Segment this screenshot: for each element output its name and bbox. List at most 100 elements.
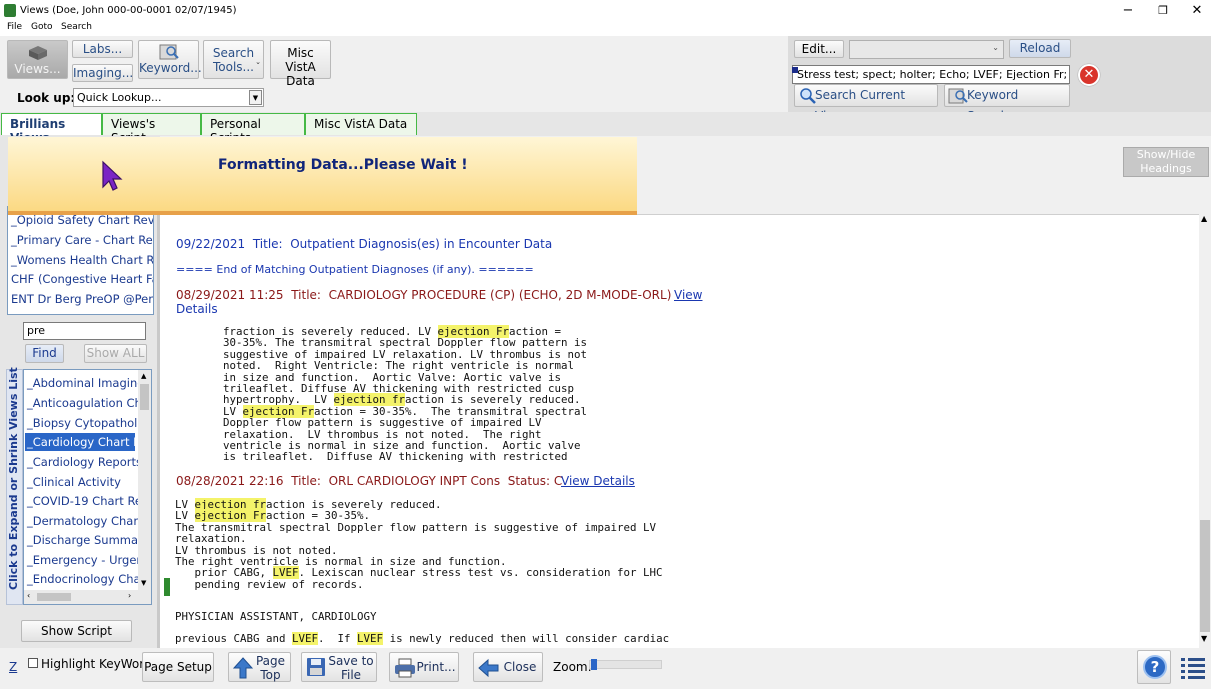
zoom-slider[interactable] bbox=[589, 659, 662, 670]
save-to-file-button[interactable]: Save to File bbox=[301, 652, 377, 682]
close-window-button[interactable]: ✕ bbox=[1182, 2, 1211, 20]
find-button[interactable]: Find bbox=[25, 344, 64, 363]
views-list[interactable]: _Abdominal Imaging ( _Anticoagulation Ch… bbox=[23, 369, 152, 605]
views-list-hscrollbar[interactable]: ‹ › bbox=[24, 590, 151, 604]
search-tools-button[interactable]: Search Tools... ⌄ bbox=[203, 40, 264, 79]
close-button[interactable]: Close bbox=[473, 652, 543, 682]
list-item[interactable]: _Cardiology Reports bbox=[27, 453, 142, 471]
document-scrollbar[interactable]: ▲ ▼ bbox=[1199, 214, 1211, 648]
show-hide-headings-button[interactable]: Show/Hide Headings bbox=[1123, 147, 1209, 177]
entry3-title: ORL CARDIOLOGY INPT Cons bbox=[328, 474, 501, 488]
entry1-date: 09/22/2021 bbox=[176, 237, 246, 251]
show-all-button[interactable]: Show ALL bbox=[84, 344, 147, 363]
tab-personal-scripts[interactable]: Personal Scripts bbox=[201, 113, 305, 145]
lookup-label: Look up: bbox=[17, 91, 76, 105]
pa-line: PHYSICIAN ASSISTANT, CARDIOLOGY bbox=[175, 610, 377, 623]
misc-vista-data-button[interactable]: Misc VistA Data bbox=[270, 40, 331, 88]
highlight-keywords-checkbox[interactable] bbox=[28, 658, 38, 668]
scroll-down-icon[interactable]: ▼ bbox=[141, 579, 146, 587]
entry3-heading[interactable]: 08/28/2021 22:16 Title: ORL CARDIOLOGY I… bbox=[176, 474, 562, 488]
list-item[interactable]: _Dermatology Chart R bbox=[27, 512, 151, 530]
entry3-status: Status: C bbox=[507, 474, 563, 488]
page-top-button[interactable]: Page Top bbox=[228, 652, 291, 682]
highlight-keywords-label[interactable]: Highlight KeyWords bbox=[41, 657, 158, 671]
page-top-label-2: Top bbox=[260, 668, 281, 682]
labs-button[interactable]: Labs... bbox=[72, 40, 133, 58]
expand-shrink-views-bar[interactable]: Click to Expand or Shrink Views List bbox=[6, 367, 23, 605]
lookup-select[interactable]: Quick Lookup... ▼ bbox=[73, 88, 264, 107]
entry2-view-link[interactable]: View bbox=[674, 288, 702, 302]
list-menu-icon[interactable] bbox=[1180, 656, 1206, 680]
minimize-button[interactable]: − bbox=[1113, 2, 1143, 20]
restore-button[interactable]: ❐ bbox=[1148, 2, 1178, 20]
views-filter-input[interactable]: pre bbox=[23, 322, 146, 340]
menu-search[interactable]: Search bbox=[61, 22, 92, 32]
entry3-body: LV ejection fraction is severely reduced… bbox=[175, 498, 663, 591]
search-current-view-button[interactable]: Search Current View bbox=[794, 84, 938, 123]
zoom-slider-thumb[interactable] bbox=[591, 659, 597, 670]
entry3-view-details-link[interactable]: View Details bbox=[561, 474, 635, 488]
entry2-body: fraction is severely reduced. LV ejectio… bbox=[223, 325, 588, 464]
filter-dropdown[interactable]: ⌄ bbox=[849, 40, 1004, 59]
help-button[interactable]: ? bbox=[1137, 650, 1171, 684]
keyword-button[interactable]: Keyword... bbox=[138, 40, 202, 79]
menu-goto[interactable]: Goto bbox=[31, 22, 53, 32]
list-item[interactable]: _Biopsy Cytopathology bbox=[27, 414, 151, 432]
entry1-title-label: Title: bbox=[252, 237, 283, 251]
entry1-title: Outpatient Diagnosis(es) in Encounter Da… bbox=[290, 237, 553, 251]
scroll-thumb[interactable] bbox=[1200, 520, 1210, 632]
expand-shrink-label: Click to Expand or Shrink Views List bbox=[7, 367, 20, 590]
scroll-down-icon[interactable]: ▼ bbox=[1201, 634, 1207, 643]
list-item[interactable]: _Discharge Summaries bbox=[27, 531, 151, 549]
imaging-button[interactable]: Imaging... bbox=[72, 64, 133, 82]
views-icon bbox=[28, 46, 47, 60]
scroll-thumb[interactable] bbox=[140, 384, 149, 410]
menu-file[interactable]: File bbox=[7, 22, 22, 32]
cancel-search-icon[interactable]: ✕ bbox=[1078, 64, 1100, 86]
list-item[interactable]: ENT Dr Berg PreOP @Person bbox=[11, 290, 153, 308]
list-item[interactable]: _Clinical Activity bbox=[27, 473, 121, 491]
show-script-button[interactable]: Show Script bbox=[21, 620, 132, 642]
magnifier-icon bbox=[800, 88, 816, 104]
zoom-label: Zoom: bbox=[553, 660, 592, 674]
scroll-right-icon[interactable]: › bbox=[128, 591, 131, 600]
page-setup-button[interactable]: Page Setup bbox=[142, 652, 214, 682]
reload-button[interactable]: Reload bbox=[1009, 39, 1071, 58]
print-button[interactable]: Print... bbox=[389, 652, 459, 682]
entry2-heading[interactable]: 08/29/2021 11:25 Title: CARDIOLOGY PROCE… bbox=[176, 288, 671, 302]
recent-views-list[interactable]: _Opioid Safety Chart Review _Primary Car… bbox=[7, 206, 154, 315]
window-title: Views (Doe, John 000-00-0001 02/07/1945) bbox=[20, 5, 237, 16]
list-item[interactable]: _Primary Care - Chart Review bbox=[11, 231, 153, 249]
list-item[interactable]: _Emergency - Urgent bbox=[27, 551, 148, 569]
scroll-up-icon[interactable]: ▲ bbox=[1201, 214, 1207, 223]
tab-misc-vista-data[interactable]: Misc VistA Data bbox=[305, 113, 417, 135]
scroll-thumb[interactable] bbox=[37, 593, 71, 601]
chevron-down-icon: ⌄ bbox=[992, 43, 999, 52]
dropdown-arrow-icon[interactable]: ▼ bbox=[249, 90, 262, 105]
tab-brillians-views[interactable]: Brillians Views bbox=[1, 113, 102, 145]
search-terms-input[interactable]: Stress test; spect; holter; Echo; LVEF; … bbox=[792, 65, 1070, 84]
views-list-scrollbar[interactable]: ▲ ▼ bbox=[138, 370, 151, 590]
entry3-body-continued: previous CABG and LVEF. If LVEF is newly… bbox=[175, 632, 670, 645]
list-item[interactable]: _Womens Health Chart Review bbox=[11, 251, 153, 269]
chevron-down-icon: ⌄ bbox=[255, 58, 261, 66]
entry1-heading[interactable]: 09/22/2021 Title: Outpatient Diagnosis(e… bbox=[176, 237, 552, 251]
scroll-up-icon[interactable]: ▲ bbox=[141, 372, 146, 380]
lookup-value: Quick Lookup... bbox=[77, 91, 162, 104]
list-item[interactable]: _Abdominal Imaging ( bbox=[27, 374, 151, 392]
views-button[interactable]: Views... bbox=[7, 40, 68, 79]
entry2-details-link[interactable]: Details bbox=[176, 302, 218, 316]
list-item[interactable]: _Endocrinology Chart F bbox=[27, 570, 151, 588]
z-label[interactable]: Z bbox=[9, 660, 17, 674]
list-item[interactable]: _COVID-19 Chart Rev bbox=[27, 492, 149, 510]
entry3-date: 08/28/2021 22:16 bbox=[176, 474, 284, 488]
edit-button[interactable]: Edit... bbox=[794, 40, 844, 58]
scroll-left-icon[interactable]: ‹ bbox=[27, 591, 30, 600]
end-of-matching-line: ==== End of Matching Outpatient Diagnose… bbox=[176, 263, 534, 276]
tab-views-script[interactable]: Views's Script bbox=[102, 113, 201, 145]
list-item-selected[interactable]: _Cardiology Chart Rev bbox=[25, 433, 151, 451]
panel-splitter[interactable] bbox=[157, 215, 160, 648]
keyword-search-button[interactable]: Keyword Search... bbox=[944, 84, 1070, 123]
list-item[interactable]: CHF (Congestive Heart Fail C bbox=[11, 270, 153, 288]
list-item[interactable]: _Anticoagulation Chart bbox=[27, 394, 151, 412]
